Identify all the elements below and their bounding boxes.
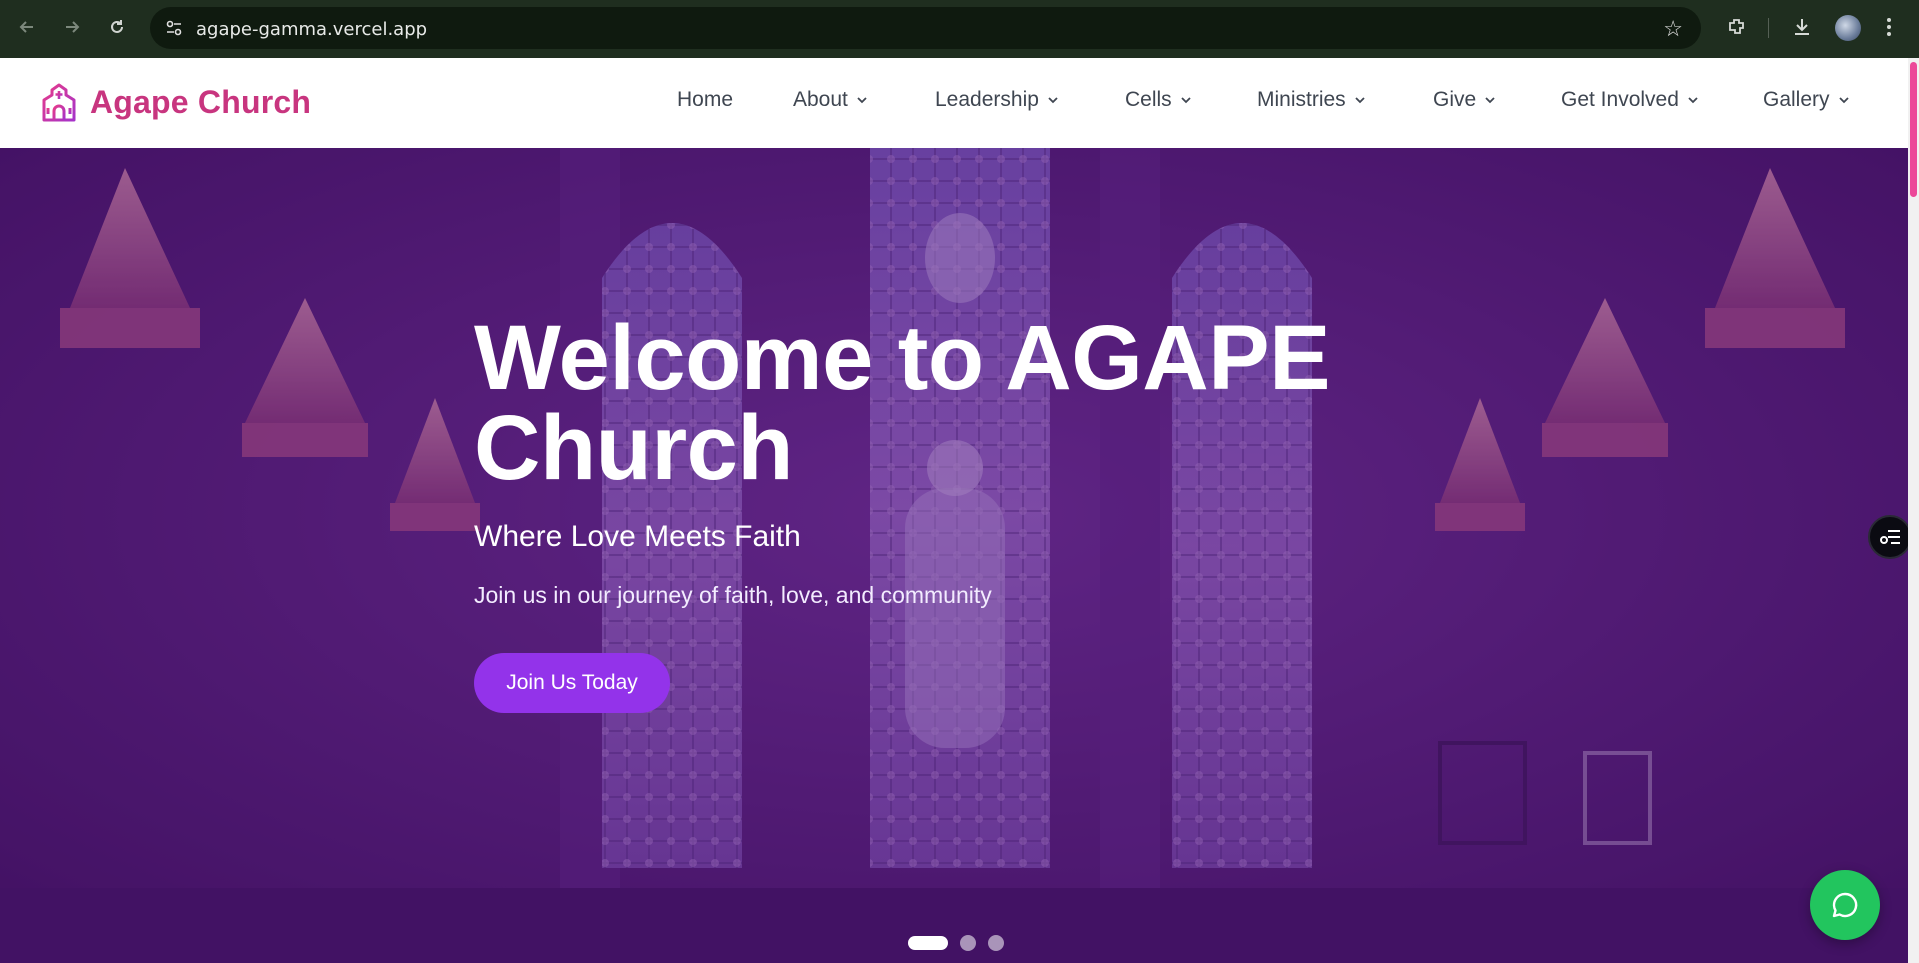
hero-section: Welcome to AGAPE Church Where Love Meets…	[0, 148, 1908, 963]
more-menu-icon[interactable]	[1886, 16, 1892, 44]
page-scrollbar[interactable]	[1908, 58, 1919, 963]
carousel-dot-3[interactable]	[988, 935, 1004, 951]
nav-item-label: Home	[677, 88, 734, 111]
chat-button[interactable]	[1810, 870, 1880, 940]
hero-title: Welcome to AGAPE Church	[474, 312, 1374, 494]
back-arrow-icon[interactable]	[16, 16, 38, 38]
nav-item-ministries[interactable]: Ministries	[1257, 88, 1366, 112]
nav-item-cells[interactable]: Cells	[1125, 88, 1192, 112]
chevron-down-icon	[1838, 97, 1849, 104]
forward-arrow-icon[interactable]	[61, 16, 83, 38]
join-us-button[interactable]: Join Us Today	[474, 653, 670, 713]
extensions-icon[interactable]	[1726, 16, 1748, 44]
chat-bubble-icon	[1832, 892, 1858, 918]
hero-title-line-1: Welcome to AGAPE	[474, 307, 1330, 409]
nav-item-home[interactable]: Home	[677, 88, 733, 112]
chevron-down-icon	[1355, 97, 1365, 104]
main-nav: Home About Leadership Cells Ministries G…	[0, 88, 1908, 118]
accessibility-widget-button[interactable]	[1868, 515, 1912, 559]
address-bar[interactable]: agape-gamma.vercel.app ☆	[150, 7, 1701, 49]
site-header: Agape Church Home About Leadership Cells…	[0, 58, 1908, 148]
hero-tagline: Where Love Meets Faith	[474, 520, 801, 553]
reload-icon[interactable]	[106, 16, 128, 38]
nav-item-label: Cells	[1125, 88, 1172, 111]
carousel-indicators	[908, 935, 1016, 951]
toolbar-divider	[1768, 18, 1769, 38]
bookmark-star-icon[interactable]: ☆	[1663, 16, 1683, 42]
carousel-dot-2[interactable]	[960, 935, 976, 951]
nav-item-give[interactable]: Give	[1433, 88, 1496, 112]
chevron-down-icon	[1485, 97, 1495, 104]
nav-item-get-involved[interactable]: Get Involved	[1561, 88, 1699, 112]
nav-item-label: Get Involved	[1561, 88, 1679, 111]
hero-title-line-2: Church	[474, 397, 794, 499]
chevron-down-icon	[1048, 97, 1058, 104]
nav-item-about[interactable]: About	[793, 88, 868, 112]
nav-item-label: Ministries	[1257, 88, 1346, 111]
chevron-down-icon	[1181, 97, 1191, 104]
settings-list-icon	[1880, 530, 1900, 544]
hero-overlay	[0, 148, 1908, 963]
carousel-dot-1[interactable]	[908, 936, 948, 950]
nav-item-label: Give	[1433, 88, 1477, 111]
chevron-down-icon	[857, 97, 867, 104]
nav-item-gallery[interactable]: Gallery	[1763, 88, 1850, 112]
chevron-down-icon	[1688, 97, 1698, 104]
hero-subtitle: Join us in our journey of faith, love, a…	[474, 582, 992, 608]
scrollbar-thumb[interactable]	[1910, 62, 1917, 197]
profile-avatar[interactable]	[1835, 15, 1861, 41]
nav-item-label: About	[793, 88, 848, 111]
download-icon[interactable]	[1791, 16, 1813, 44]
browser-toolbar: agape-gamma.vercel.app ☆	[0, 0, 1919, 58]
url-text[interactable]: agape-gamma.vercel.app	[196, 19, 427, 40]
nav-item-leadership[interactable]: Leadership	[935, 88, 1059, 112]
site-info-icon[interactable]	[164, 18, 184, 38]
nav-item-label: Leadership	[935, 88, 1039, 111]
nav-item-label: Gallery	[1763, 88, 1830, 111]
